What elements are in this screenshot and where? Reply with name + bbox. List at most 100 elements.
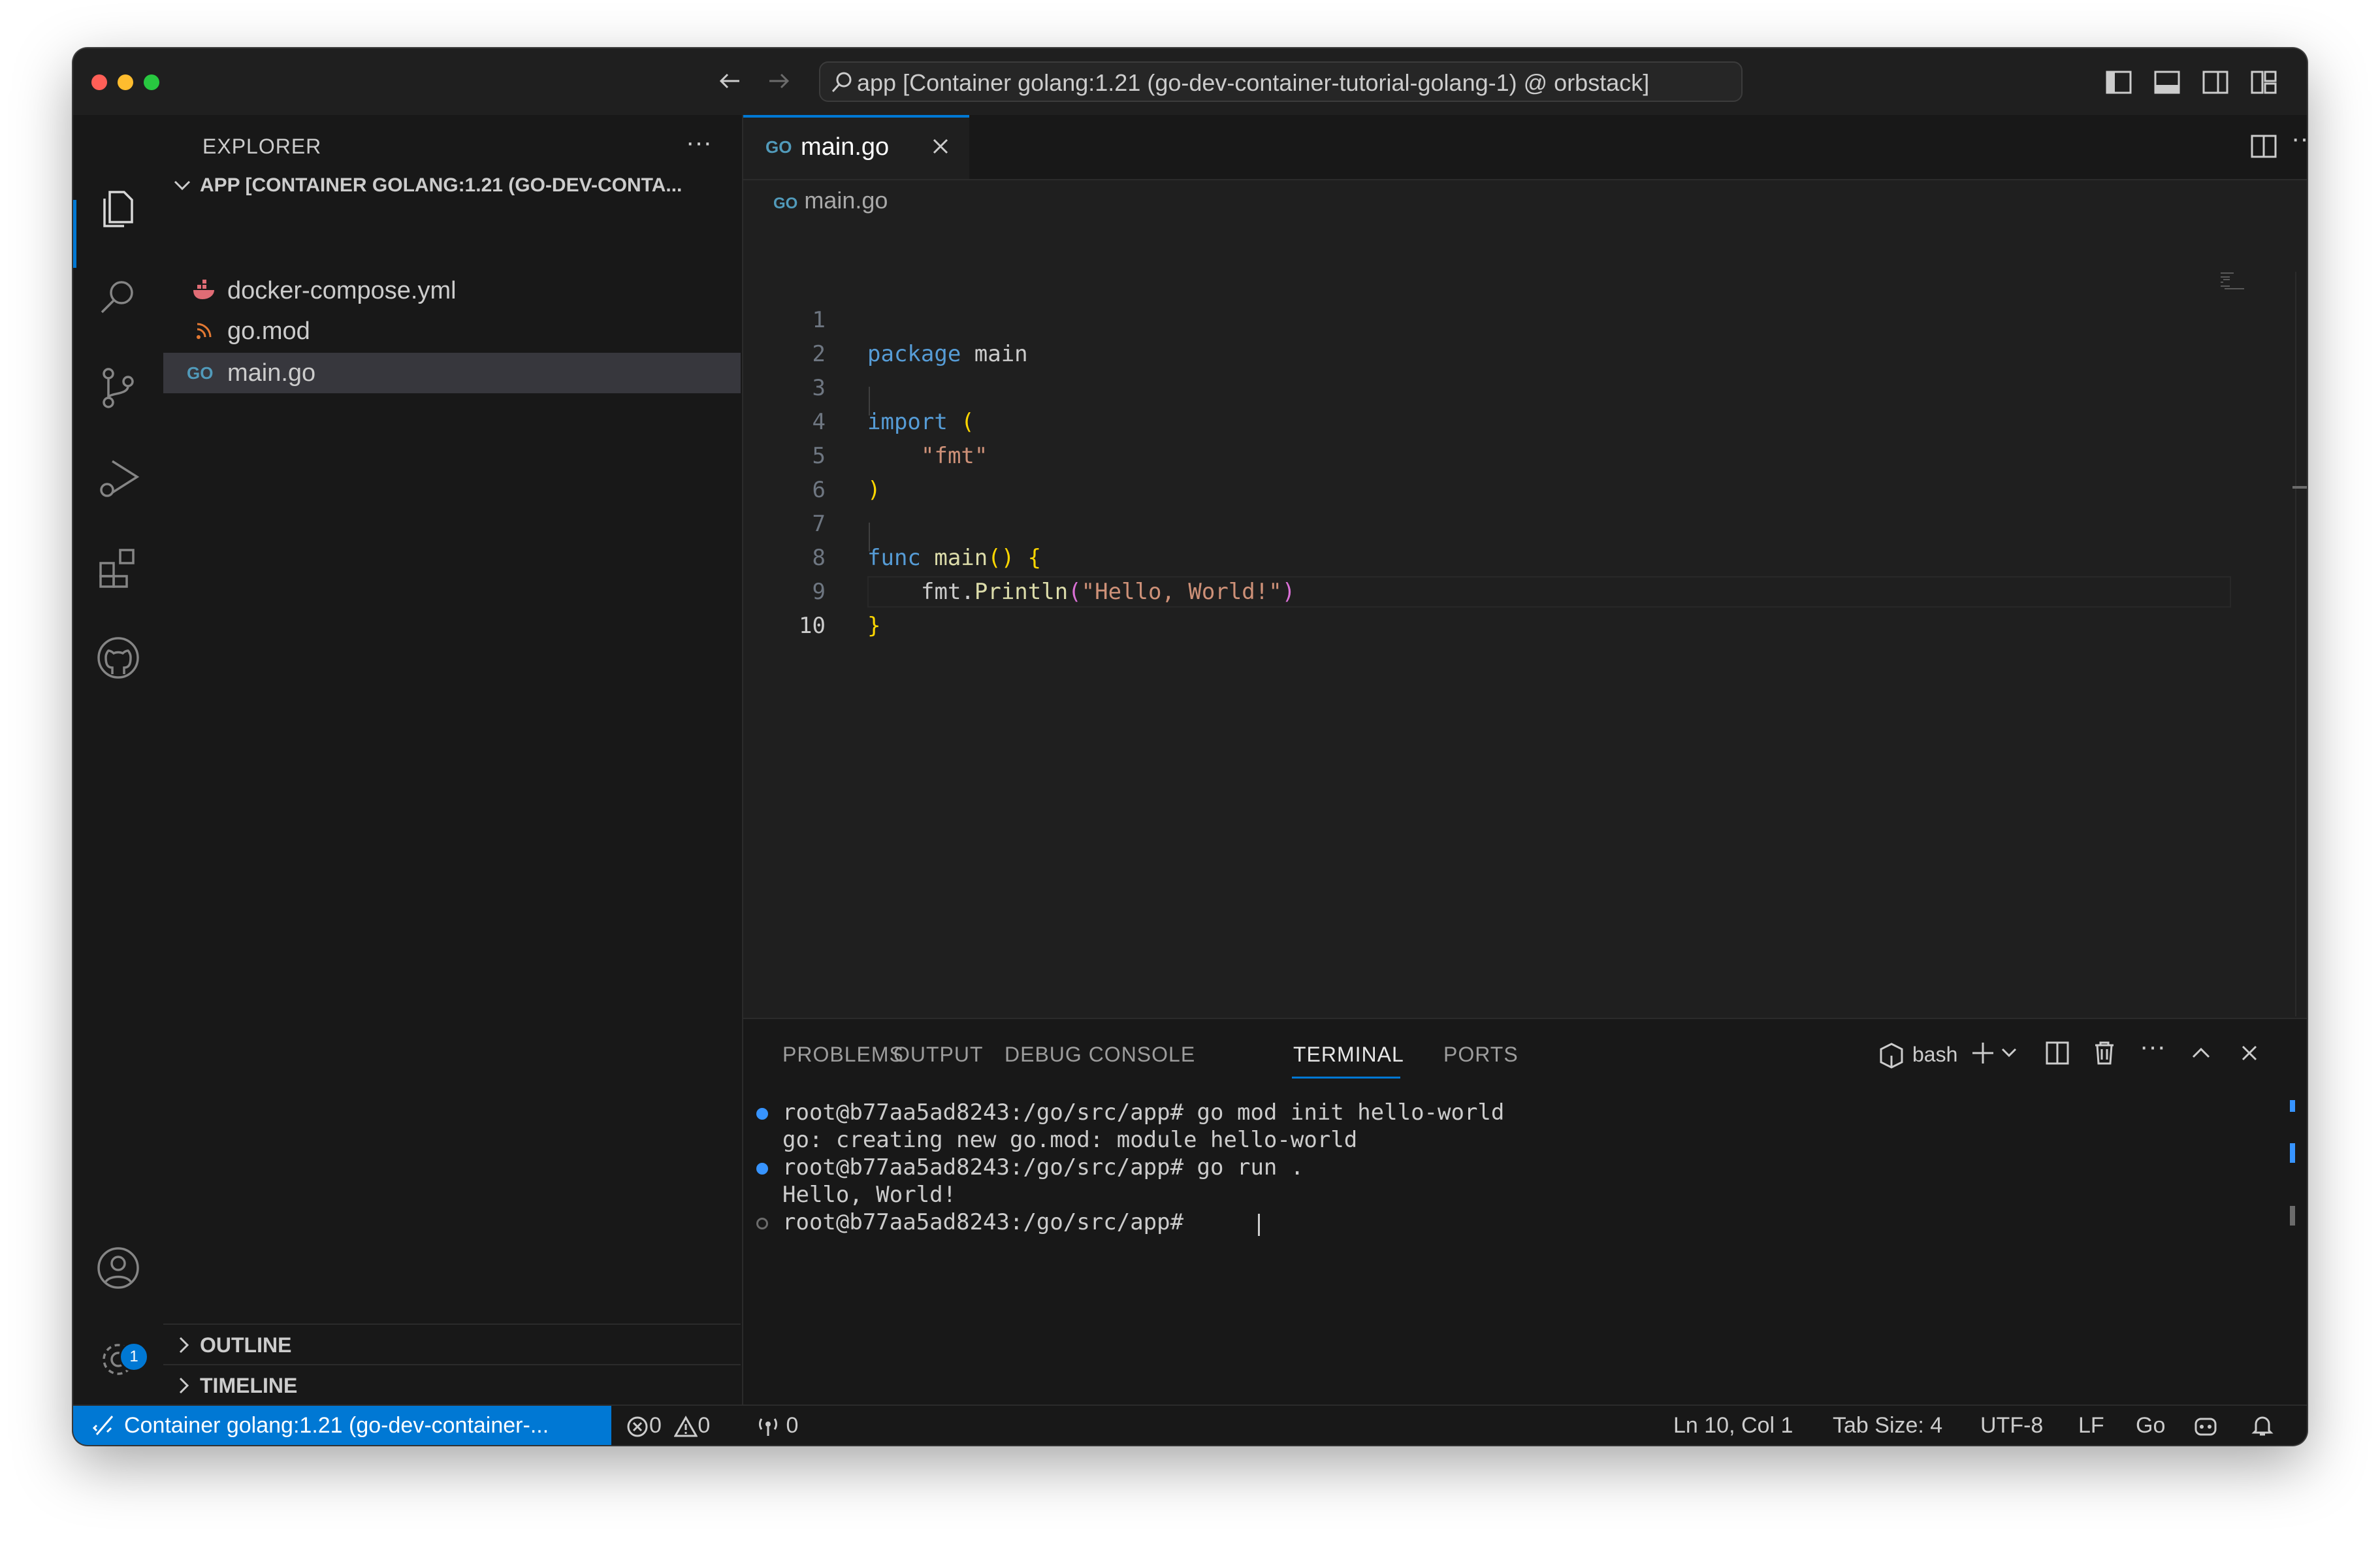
active-indicator [73,200,76,268]
tab-ports[interactable]: PORTS [1443,1043,1519,1067]
code-line[interactable]: 10 [743,575,2245,639]
toggle-panel-icon[interactable] [2153,68,2181,97]
remote-indicator[interactable]: Container golang:1.21 (go-dev-container-… [73,1406,611,1445]
command-pending-dot[interactable] [756,1218,768,1229]
active-tab-underline [1292,1077,1400,1079]
language-mode[interactable]: Go [2136,1406,2165,1445]
trash-icon[interactable] [2090,1039,2119,1067]
file-label: main.go [227,359,316,387]
indentation-status[interactable]: Tab Size: 4 [1833,1406,1942,1445]
outline-section[interactable]: OUTLINE [163,1324,741,1365]
timeline-section[interactable]: TIMELINE [163,1364,741,1406]
back-arrow-icon[interactable] [716,67,745,95]
chevron-down-icon [171,167,193,204]
file-label: go.mod [227,317,310,345]
go-file-icon: GO [765,137,792,157]
tab-debug-console[interactable]: DEBUG CONSOLE [1005,1043,1195,1067]
terminal-line: root@b77aa5ad8243:/go/src/app# go mod in… [782,1099,1505,1126]
error-count: 0 [649,1413,662,1438]
maximize-panel-icon[interactable] [2187,1039,2215,1067]
split-terminal-icon[interactable] [2043,1039,2072,1067]
accounts-icon[interactable] [94,1244,142,1292]
notifications-bell-icon[interactable] [2249,1412,2275,1438]
panel-more-actions[interactable]: ··· [2140,1032,2166,1062]
vscode-window: app [Container golang:1.21 (go-dev-conta… [73,48,2307,1445]
broadcast-icon [758,1418,778,1437]
terminal-shell-name[interactable]: bash [1912,1043,1957,1067]
code-line[interactable]: 7 func main() { [743,473,2245,571]
overview-ruler-marker [2292,486,2307,489]
file-label: docker-compose.yml [227,277,457,304]
code-line[interactable]: 6 [743,439,2245,503]
close-icon[interactable] [927,133,954,159]
timeline-label: TIMELINE [200,1374,298,1397]
breadcrumb[interactable]: GO main.go [773,187,888,214]
chevron-down-icon[interactable] [2000,1043,2018,1062]
tab-main-go[interactable]: GO main.go [743,115,969,179]
terminal-line: go: creating new go.mod: module hello-wo… [782,1127,1358,1153]
split-editor-icon[interactable] [2249,132,2278,161]
code-line[interactable]: 1 package main [743,269,2245,367]
code-line[interactable]: 8 fmt.Println("Hello, World!") [743,507,2245,605]
editor-more-actions[interactable]: ··· [2291,124,2307,154]
go-mod-icon [191,311,218,351]
scrollbar-marker [2290,1143,2295,1163]
search-icon[interactable] [94,273,142,321]
breadcrumb-file: main.go [804,187,888,214]
title-bar: app [Container golang:1.21 (go-dev-conta… [73,48,2307,116]
explorer-icon[interactable] [94,183,142,231]
toggle-primary-sidebar-icon[interactable] [2104,68,2133,97]
tab-terminal[interactable]: TERMINAL [1293,1043,1404,1067]
new-terminal-icon[interactable] [1969,1039,1997,1067]
error-icon [627,1416,648,1437]
run-debug-icon[interactable] [94,453,142,502]
code-line[interactable]: 9 } [743,541,2245,639]
extensions-icon[interactable] [94,544,142,592]
command-success-dot[interactable] [756,1163,768,1175]
terminal-prompt[interactable]: root@b77aa5ad8243:/go/src/app# [782,1209,1197,1236]
eol-status[interactable]: LF [2078,1406,2104,1445]
editor-scrollbar-track[interactable] [2295,272,2296,1016]
go-file-icon: GO [187,363,214,383]
toggle-secondary-sidebar-icon[interactable] [2201,68,2230,97]
file-item-main-go[interactable]: GO main.go [163,353,741,393]
forwarded-ports-status[interactable]: 0 [756,1406,798,1445]
cursor-position[interactable]: Ln 10, Col 1 [1673,1406,1793,1445]
scrollbar-marker [2290,1206,2295,1226]
file-item-docker-compose[interactable]: docker-compose.yml [163,270,741,311]
copilot-icon[interactable] [2192,1412,2219,1438]
close-window-button[interactable] [91,74,107,90]
github-icon[interactable] [94,634,142,682]
encoding-status[interactable]: UTF-8 [1980,1406,2043,1445]
forward-arrow-icon[interactable] [764,67,793,95]
command-success-dot[interactable] [756,1108,768,1120]
search-icon [829,70,854,95]
problems-status[interactable]: 0 0 [626,1406,710,1445]
code-line[interactable]: 4 "fmt" [743,371,2245,469]
remote-icon [93,1412,116,1438]
sidebar-more-actions[interactable]: ··· [686,128,712,157]
command-center-search[interactable]: app [Container golang:1.21 (go-dev-conta… [819,61,1743,102]
remote-label: Container golang:1.21 (go-dev-container-… [124,1413,549,1438]
close-panel-icon[interactable] [2235,1039,2264,1067]
maximize-window-button[interactable] [144,74,159,90]
customize-layout-icon[interactable] [2249,68,2278,97]
code-line[interactable]: 5 ) [743,405,2245,503]
tab-output[interactable]: OUTPUT [893,1043,984,1067]
workspace-folder-label: APP [CONTAINER GOLANG:1.21 (GO-DEV-CONTA… [200,174,683,196]
editor-area: GO main.go ··· GO main.go 1 [743,115,2307,1018]
workspace-folder[interactable]: APP [CONTAINER GOLANG:1.21 (GO-DEV-CONTA… [163,167,742,204]
docker-icon [191,270,218,311]
scrollbar-marker [2290,1100,2295,1112]
chevron-right-icon [174,1325,193,1365]
file-item-go-mod[interactable]: go.mod [163,311,741,351]
code-line[interactable]: 3 import ( [743,337,2245,435]
activity-bar [73,115,165,1405]
tab-problems[interactable]: PROBLEMS [782,1043,904,1067]
source-control-icon[interactable] [94,363,142,412]
ports-count: 0 [786,1413,799,1438]
code-line[interactable]: 2 [743,303,2245,367]
warning-icon [674,1415,698,1437]
tab-label: main.go [801,133,890,161]
minimize-window-button[interactable] [118,74,133,90]
